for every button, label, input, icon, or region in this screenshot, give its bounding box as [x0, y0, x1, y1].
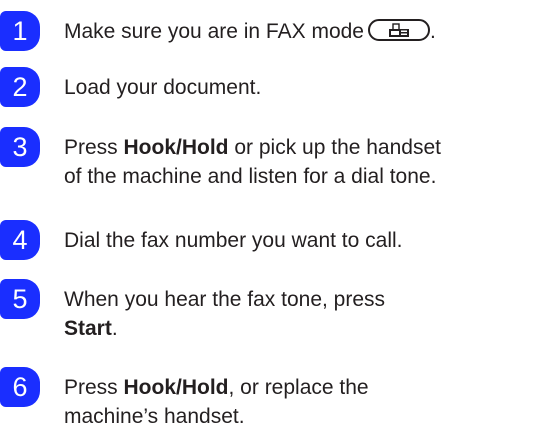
step-3-line-2: of the machine and listen for a dial ton…	[64, 165, 437, 188]
step-text: Press Hook/Hold or pick up the handset o…	[64, 133, 550, 191]
step-text: Make sure you are in FAX mode .	[64, 17, 550, 46]
hook-hold-key-label: Hook/Hold	[123, 136, 229, 159]
step-6-line-2: machine’s handset.	[64, 405, 245, 428]
start-key-label: Start	[64, 317, 112, 340]
step-5-line-1: When you hear the fax tone, press	[64, 288, 386, 311]
step-1-end: .	[429, 20, 436, 43]
step-6-line-1: Press Hook/Hold, or replace the	[64, 376, 369, 399]
step-number-badge: 2	[0, 67, 40, 107]
fax-mode-button	[367, 19, 430, 42]
step-number-badge: 3	[0, 127, 40, 167]
step-number-badge: 4	[0, 220, 40, 260]
step-number-badge: 6	[0, 367, 40, 407]
step-number-badge: 5	[0, 279, 40, 319]
fax-mode-icon	[388, 23, 409, 38]
step-text: Dial the fax number you want to call.	[64, 229, 403, 252]
fax-instructions-page: { "steps": [ { "number": "1", "text": "M…	[0, 0, 551, 434]
hook-hold-key-label: Hook/Hold	[123, 376, 229, 399]
step-number-badge: 1	[0, 11, 40, 51]
step-text: Load your document.	[64, 76, 262, 99]
step-1-label: Make sure you are in FAX mode	[64, 20, 364, 43]
step-text: Press Hook/Hold, or replace the machine’…	[64, 373, 550, 431]
step-3-line-1: Press Hook/Hold or pick up the handset	[64, 136, 441, 159]
step-text: When you hear the fax tone, press Start.	[64, 285, 550, 343]
step-5-line-2: Start.	[64, 317, 118, 340]
